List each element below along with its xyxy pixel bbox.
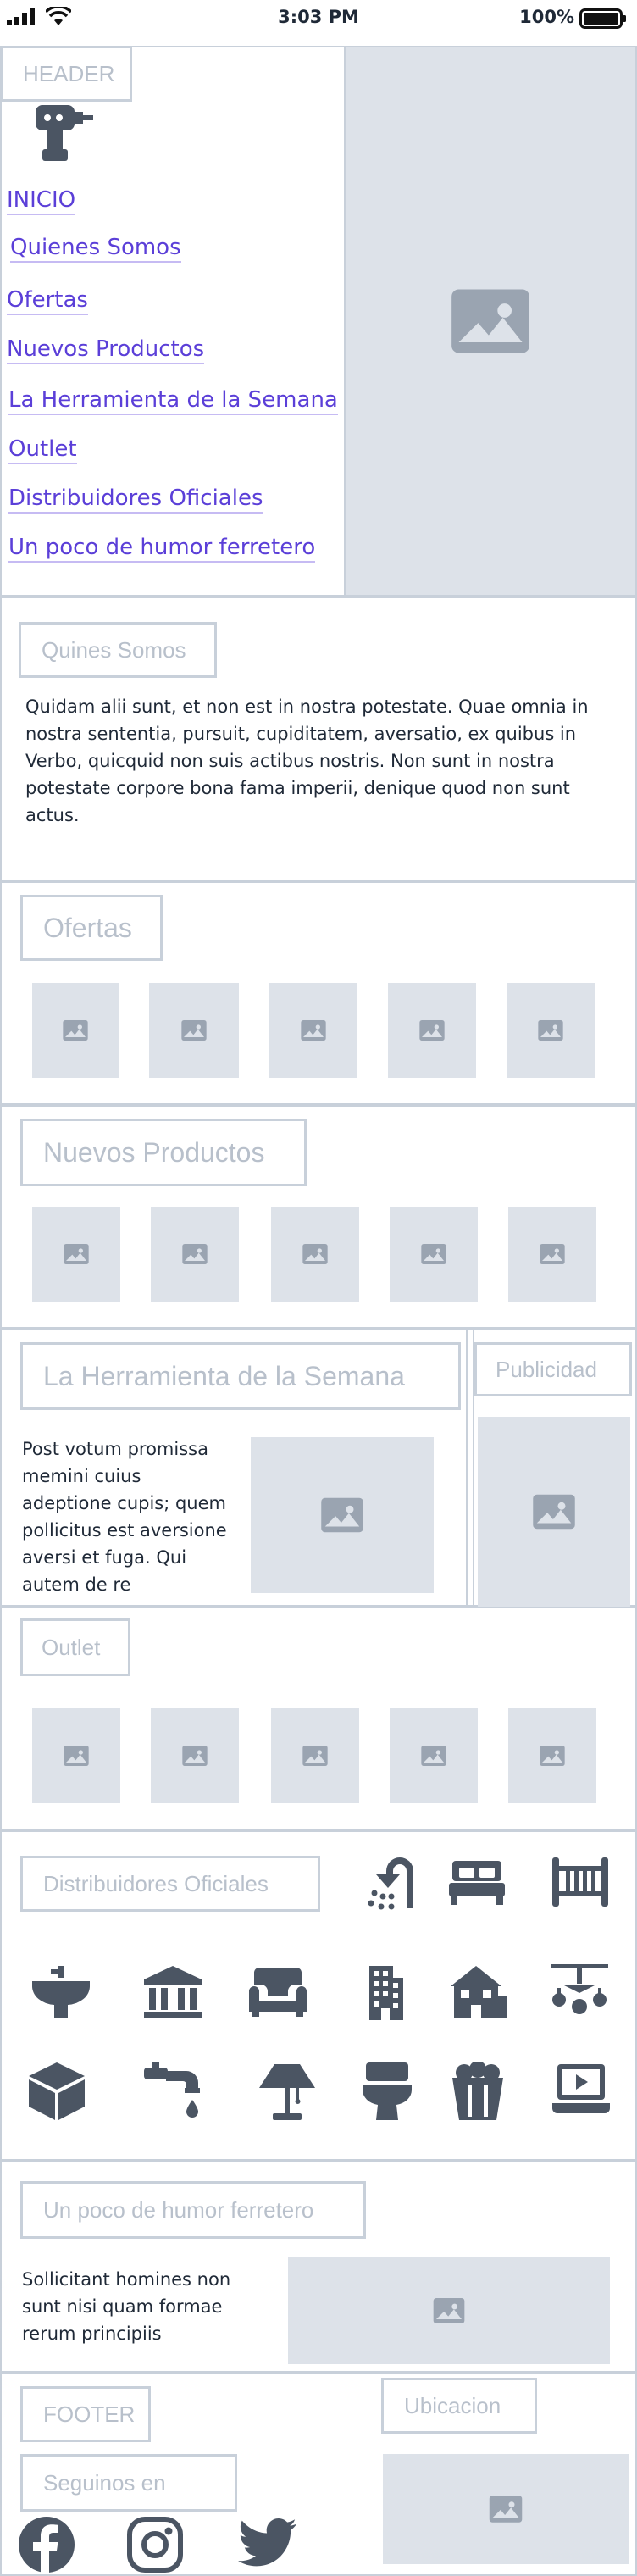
crib-icon[interactable]	[552, 1857, 608, 1910]
oferta-product-image[interactable]	[388, 983, 476, 1078]
humor-text: Sollicitant homines non sunt nisi quam f…	[22, 2269, 231, 2344]
header-image	[346, 47, 635, 595]
bed-icon[interactable]	[449, 1861, 505, 1908]
herramienta-tag: La Herramienta de la Semana	[20, 1342, 461, 1410]
instagram-icon[interactable]	[127, 2517, 183, 2576]
footer-tag: FOOTER	[20, 2386, 151, 2442]
nav-inicio[interactable]: INICIO	[7, 186, 76, 215]
publicidad-tag-label: Publicidad	[496, 1356, 597, 1382]
battery-percent: 100%	[519, 7, 574, 27]
nav-ofertas[interactable]: Ofertas	[7, 286, 88, 315]
shower-icon[interactable]	[363, 1854, 417, 1915]
oferta-product-image[interactable]	[149, 983, 239, 1078]
herramienta-image[interactable]	[251, 1437, 434, 1593]
publicidad-divider	[466, 1329, 468, 1607]
nuevo-product-image[interactable]	[151, 1207, 239, 1302]
drill-logo-icon	[32, 102, 95, 166]
faucet-icon[interactable]	[144, 2062, 205, 2124]
seguinos-label: Seguinos en	[20, 2454, 237, 2512]
nav-distribuidores[interactable]: Distribuidores Oficiales	[8, 485, 263, 514]
distribuidores-tag-label: Distribuidores Oficiales	[43, 1870, 269, 1896]
house-icon[interactable]	[451, 1966, 507, 2022]
battery-icon	[579, 8, 626, 29]
humor-tag: Un poco de humor ferretero	[20, 2181, 366, 2239]
outlet-tag: Outlet	[20, 1618, 130, 1676]
nav-nuevos-productos[interactable]: Nuevos Productos	[7, 336, 205, 364]
map-image[interactable]	[383, 2454, 629, 2564]
twitter-icon[interactable]	[237, 2518, 297, 2573]
header-tag-label: HEADER	[23, 60, 115, 86]
humor-image[interactable]	[288, 2257, 610, 2364]
nuevo-product-image[interactable]	[271, 1207, 359, 1302]
nuevo-product-image[interactable]	[32, 1207, 120, 1302]
herramienta-text: Post votum promissa memini cuius adeptio…	[22, 1439, 227, 1595]
nuevos-tag: Nuevos Productos	[20, 1119, 307, 1186]
quienes-tag: Quines Somos	[19, 622, 217, 678]
distribuidores-tag: Distribuidores Oficiales	[20, 1856, 320, 1912]
oferta-product-image[interactable]	[507, 983, 595, 1078]
publicidad-image[interactable]	[478, 1417, 630, 1607]
footer-tag-label: FOOTER	[43, 2401, 136, 2427]
oferta-product-image[interactable]	[269, 983, 357, 1078]
seguinos-text: Seguinos en	[43, 2469, 166, 2496]
herramienta-tag-label: La Herramienta de la Semana	[43, 1360, 405, 1391]
nav-herramienta-semana[interactable]: La Herramienta de la Semana	[8, 386, 338, 415]
outlet-product-image[interactable]	[508, 1708, 596, 1803]
outlet-product-image[interactable]	[32, 1708, 120, 1803]
nav-outlet[interactable]: Outlet	[8, 436, 77, 464]
quienes-tag-label: Quines Somos	[42, 636, 186, 663]
image-placeholder-icon	[451, 289, 529, 353]
lamp-icon[interactable]	[259, 2064, 315, 2124]
outlet-product-image[interactable]	[151, 1708, 239, 1803]
publicidad-tag: Publicidad	[474, 1342, 632, 1396]
facebook-icon[interactable]	[19, 2517, 75, 2576]
humor-tag-label: Un poco de humor ferretero	[43, 2196, 314, 2223]
ofertas-tag: Ofertas	[20, 895, 163, 961]
nav-quienes-somos[interactable]: Quienes Somos	[10, 234, 181, 263]
status-bar: 3:03 PM 100%	[0, 0, 637, 36]
cube-icon[interactable]	[29, 2062, 85, 2124]
building-icon[interactable]	[363, 1966, 410, 2024]
nuevo-product-image[interactable]	[508, 1207, 596, 1302]
ubicacion-field[interactable]: Ubicacion	[381, 2378, 537, 2434]
bank-icon[interactable]	[144, 1966, 202, 2022]
popcorn-icon[interactable]	[452, 2061, 503, 2124]
ofertas-tag-label: Ofertas	[43, 912, 132, 943]
nuevos-tag-label: Nuevos Productos	[43, 1136, 265, 1168]
outlet-product-image[interactable]	[271, 1708, 359, 1803]
ubicacion-text: Ubicacion	[404, 2392, 501, 2418]
sink-icon[interactable]	[31, 1966, 91, 2022]
oferta-product-image[interactable]	[32, 983, 119, 1078]
nav-humor[interactable]: Un poco de humor ferretero	[8, 534, 316, 563]
chandelier-icon[interactable]	[551, 1964, 608, 2022]
toilet-icon[interactable]	[362, 2062, 413, 2124]
quienes-text: Quidam alii sunt, et non est in nostra p…	[25, 697, 589, 825]
header-tag: HEADER	[0, 46, 132, 102]
outlet-tag-label: Outlet	[42, 1634, 101, 1660]
laptop-video-icon[interactable]	[552, 2064, 610, 2118]
nuevo-product-image[interactable]	[390, 1207, 478, 1302]
armchair-icon[interactable]	[249, 1968, 307, 2020]
outlet-product-image[interactable]	[390, 1708, 478, 1803]
